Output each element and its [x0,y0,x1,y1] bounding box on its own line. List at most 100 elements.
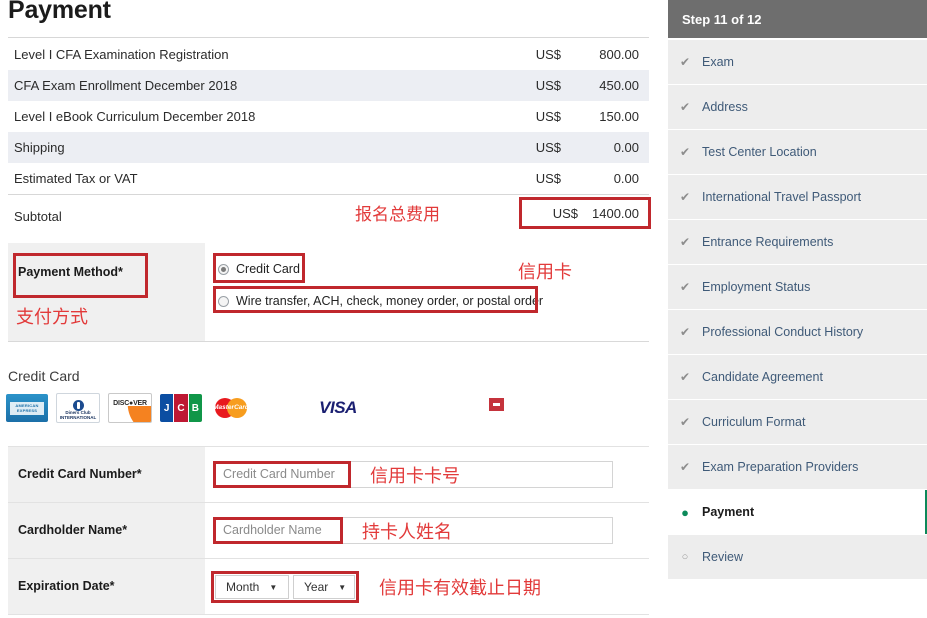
american-express-icon: AMERICAN EXPRESS [6,394,48,422]
card-number-label-cell: Credit Card Number* [8,447,205,502]
order-row-amount: 0.00 [613,140,639,155]
sidebar-item-label: Employment Status [702,280,811,294]
main-content: Payment Level I CFA Examination Registra… [0,0,841,618]
sidebar-item-label: International Travel Passport [702,190,862,204]
order-row-amount: 450.00 [599,78,639,93]
progress-sidebar: Step 11 of 12 ✔ Exam ✔ Address ✔ Test Center … [660,0,927,618]
sidebar-item-label: Test Center Location [702,145,817,159]
unionpay-icon: UnionPay 银联 [260,394,302,422]
sidebar-item-entrance-requirements[interactable]: ✔ Entrance Requirements [668,220,927,264]
wire-transfer-option-highlight [213,286,538,313]
sidebar-item-international-travel-passport[interactable]: ✔ International Travel Passport [668,175,927,219]
expiration-row-bottom-divider [8,614,649,615]
sidebar-item-test-center-location[interactable]: ✔ Test Center Location [668,130,927,174]
expiration-date-row: Expiration Date* Month ▼ Year ▼ 信用卡有效截止日… [8,559,649,614]
card-brand-logos: AMERICAN EXPRESS Diners Club INTERNATIONAL… [6,393,366,423]
check-icon: ✔ [679,145,691,159]
sidebar-item-professional-conduct-history[interactable]: ✔ Professional Conduct History [668,310,927,354]
credit-card-option-highlight [213,253,305,283]
sidebar-item-label: Curriculum Format [702,415,806,429]
expiration-date-label: Expiration Date* [18,579,115,593]
order-row-amount: 0.00 [613,171,639,186]
order-row-label: CFA Exam Enrollment December 2018 [14,78,238,93]
order-row-currency: US$ [535,171,561,186]
sidebar-item-label: Exam Preparation Providers [702,460,859,474]
sidebar-item-exam-preparation-providers[interactable]: ✔ Exam Preparation Providers [668,445,927,489]
order-row: Shipping US$ 0.00 [8,132,649,163]
order-row: Estimated Tax or VAT US$ 0.00 [8,163,649,194]
order-row-currency: US$ [535,109,561,124]
check-icon: ✔ [679,280,691,294]
order-row-label: Level I eBook Curriculum December 2018 [14,109,256,124]
order-row-currency: US$ [535,47,561,62]
cardholder-label-cell: Cardholder Name* [8,503,205,558]
payment-page: Payment Level I CFA Examination Registra… [0,0,927,618]
payment-method-divider [8,341,649,342]
current-step-dot-icon: ● [681,504,689,520]
payment-method-label-cell: Payment Method* 支付方式 [8,243,205,341]
sidebar-item-label: Candidate Agreement [702,370,823,384]
sidebar-item-label: Address [702,100,748,114]
jcb-icon: JCB [160,394,202,422]
expiration-label-cell: Expiration Date* [8,559,205,614]
subtotal-annotation: 报名总费用 [355,205,440,225]
sidebar-item-label: Entrance Requirements [702,235,834,249]
sidebar-item-employment-status[interactable]: ✔ Employment Status [668,265,927,309]
cardholder-annotation: 持卡人姓名 [362,522,452,543]
payment-method-annotation: 支付方式 [16,307,88,328]
red-marker-icon [489,398,504,411]
sidebar-item-label: Professional Conduct History [702,325,864,339]
payment-method-label-highlight [13,253,148,298]
sidebar-item-label: Payment [702,505,755,519]
check-icon: ✔ [679,370,691,384]
sidebar-item-review[interactable]: ○ Review [668,535,927,579]
step-header: Step 11 of 12 [668,0,927,38]
card-number-input-highlight [213,461,351,488]
sidebar-item-payment[interactable]: ● Payment [668,490,927,534]
order-summary-table: Level I CFA Examination Registration US$ 8… [8,39,649,194]
check-icon: ✔ [679,325,691,339]
order-row-amount: 800.00 [599,47,639,62]
payment-method-block: Payment Method* 支付方式 Credit Card Wire tr… [8,243,841,341]
cardholder-name-row: Cardholder Name* Cardholder Name 持卡人姓名 [8,503,649,558]
check-icon: ✔ [679,460,691,474]
subtotal-currency: US$ [552,205,578,221]
subtotal-amount-highlight: US$ 1400.00 [519,197,651,229]
check-icon: ✔ [679,55,691,69]
check-icon: ✔ [679,190,691,204]
card-number-input-cell: Credit Card Number 信用卡卡号 [205,447,649,502]
sidebar-item-label: Review [702,550,743,564]
order-row-currency: US$ [535,140,561,155]
card-number-annotation: 信用卡卡号 [370,466,460,487]
subtotal-amount: 1400.00 [592,205,639,221]
credit-card-annotation: 信用卡 [518,262,572,283]
step-list: ✔ Exam ✔ Address ✔ Test Center Location ✔ Inter… [668,40,927,580]
mastercard-icon: MasterCard [210,394,252,422]
payment-method-options-cell: Credit Card Wire transfer, ACH, check, m… [205,243,841,341]
sidebar-item-curriculum-format[interactable]: ✔ Curriculum Format [668,400,927,444]
order-row-amount: 150.00 [599,109,639,124]
sidebar-item-candidate-agreement[interactable]: ✔ Candidate Agreement [668,355,927,399]
order-row: CFA Exam Enrollment December 2018 US$ 450.… [8,70,649,101]
subtotal-divider [8,194,649,195]
cardholder-input-highlight [213,517,343,544]
visa-icon: VISA [310,394,366,422]
sidebar-item-address[interactable]: ✔ Address [668,85,927,129]
order-row-label: Estimated Tax or VAT [14,171,138,186]
order-row-label: Level I CFA Examination Registration [14,47,229,62]
card-number-label: Credit Card Number* [18,467,142,481]
order-row: Level I eBook Curriculum December 2018 US… [8,101,649,132]
order-row-label: Shipping [14,140,65,155]
order-row-currency: US$ [535,78,561,93]
cardholder-input-cell: Cardholder Name 持卡人姓名 [205,503,649,558]
sidebar-item-label: Exam [702,55,734,69]
order-row: Level I CFA Examination Registration US$ 8… [8,39,649,70]
expiration-selects-highlight [211,571,359,603]
cardholder-name-label: Cardholder Name* [18,523,128,537]
expiration-input-cell: Month ▼ Year ▼ 信用卡有效截止日期 [205,559,649,614]
credit-card-heading: Credit Card [8,368,80,384]
sidebar-item-exam[interactable]: ✔ Exam [668,40,927,84]
diners-club-icon: Diners Club INTERNATIONAL [56,393,100,423]
credit-card-number-row: Credit Card Number* Credit Card Number 信… [8,447,649,502]
page-title: Payment [8,0,111,24]
